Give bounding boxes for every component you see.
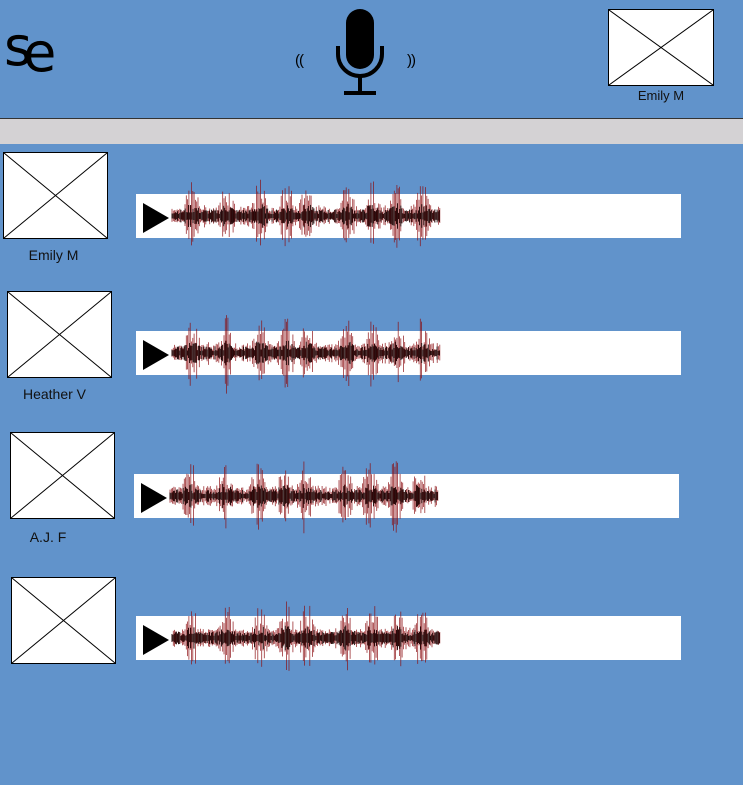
play-icon[interactable] [143,203,169,233]
waveform[interactable] [171,601,444,674]
play-icon[interactable] [143,340,169,370]
sender-avatar[interactable] [10,432,115,519]
toolbar-strip [0,118,743,144]
sound-wave-left-icon: (( [295,52,304,69]
audio-player [134,461,679,534]
sender-avatar[interactable] [3,152,108,239]
sound-wave-right-icon: )) [407,52,416,69]
current-user-name: Emily M [637,88,685,103]
sender-avatar[interactable] [7,291,112,378]
current-user-avatar[interactable] [608,9,714,86]
image-placeholder-icon [4,153,107,238]
image-placeholder-icon [8,292,111,377]
logo-letter-s: s [4,15,32,78]
sender-name: Heather V [22,386,87,402]
waveform[interactable] [171,315,444,394]
image-placeholder-icon [12,578,115,663]
record-button[interactable]: (( )) [290,8,430,100]
waveform[interactable] [169,460,442,534]
app-logo[interactable]: se [4,20,56,80]
app-header: se (( )) Emily M [0,0,743,118]
audio-player [136,179,681,248]
sender-name: Emily M [28,247,79,263]
microphone-icon [336,9,384,95]
image-placeholder-icon [609,10,713,85]
sender-avatar[interactable] [11,577,116,664]
logo-letter-e: e [23,21,56,84]
play-icon[interactable] [143,625,169,655]
image-placeholder-icon [11,433,114,518]
play-icon[interactable] [141,483,167,513]
audio-player [136,315,681,394]
waveform[interactable] [171,179,444,252]
audio-player [136,601,681,671]
sender-name: A.J. F [29,529,67,545]
